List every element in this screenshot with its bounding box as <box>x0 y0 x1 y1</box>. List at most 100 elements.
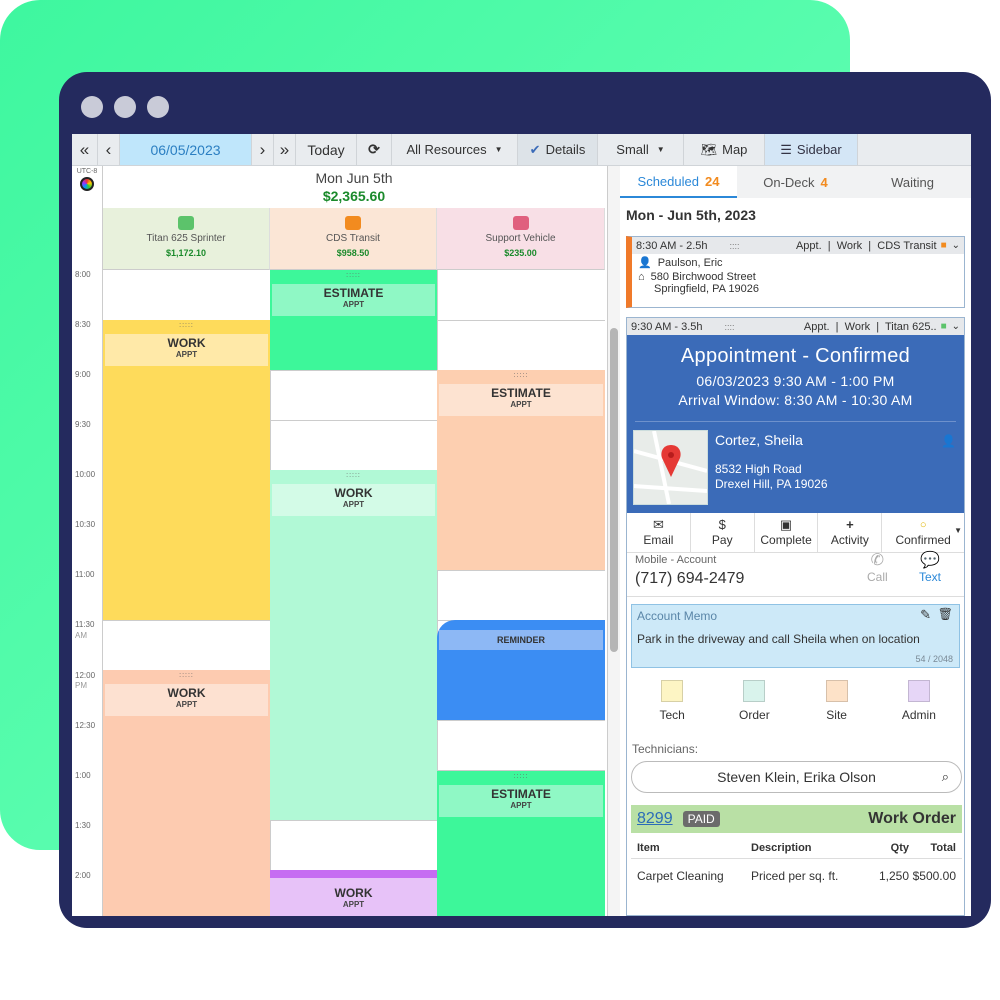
resource-header[interactable]: Titan 625 Sprinter $1,172.10 <box>103 208 270 270</box>
status-banner: Appointment - Confirmed 06/03/2023 9:30 … <box>627 335 964 513</box>
time-label: 11:00 <box>75 570 95 579</box>
truck-icon <box>178 216 194 230</box>
drag-handle[interactable]: ::::: <box>437 773 605 780</box>
order-note-button[interactable]: Order <box>713 678 795 728</box>
scrollbar-thumb[interactable] <box>610 328 618 652</box>
appointment-card[interactable]: 8:30 AM - 2.5h :::: Appt. | Work | CDS T… <box>626 236 965 308</box>
appointment-type: APPT <box>510 801 532 810</box>
prev-day-button[interactable]: ‹ <box>98 134 120 165</box>
day-total: $2,365.60 <box>322 188 386 204</box>
trash-icon[interactable]: 🗑 <box>938 607 953 621</box>
site-note-button[interactable]: Site <box>796 678 878 728</box>
tab-waiting[interactable]: Waiting <box>854 166 971 198</box>
search-icon[interactable]: ⌕ <box>942 762 949 792</box>
chevron-down-icon[interactable]: ⌄ <box>952 240 960 251</box>
appointment-type: APPT <box>342 300 365 309</box>
drag-handle[interactable]: ::::: <box>437 372 605 379</box>
activity-button[interactable]: + Activity <box>818 513 883 552</box>
technicians-value: Steven Klein, Erika Olson <box>717 769 876 785</box>
time-column: UTC-8 8:00 8:30 9:00 9:30 10:00 10:30 11… <box>72 166 103 916</box>
drag-handle[interactable]: ::::: <box>103 322 270 329</box>
tab-on-deck[interactable]: On-Deck 4 <box>737 166 854 198</box>
today-button[interactable]: Today <box>296 134 357 165</box>
time-label: 9:00 <box>75 370 91 379</box>
appointment-block[interactable]: ::::: WORK APPT <box>103 670 270 916</box>
size-dropdown[interactable]: Small ▼ <box>598 134 684 165</box>
last-page-button[interactable]: » <box>274 134 296 165</box>
appointment-block[interactable]: ::::: WORK APPT <box>103 320 270 620</box>
text-label: Text <box>919 570 942 584</box>
text-button[interactable]: 💬 Text <box>919 550 941 584</box>
drag-handle[interactable]: :::: <box>725 322 735 332</box>
work-order-number[interactable]: 8299 <box>637 810 673 828</box>
home-icon: ⌂ <box>638 271 645 283</box>
status-dropdown[interactable]: ○ Confirmed ▼ <box>882 513 964 552</box>
admin-note-button[interactable]: Admin <box>878 678 960 728</box>
column-header: Description <box>751 842 812 854</box>
technicians-field[interactable]: Steven Klein, Erika Olson ⌕ <box>631 761 962 793</box>
address-row: ⌂ 580 Birchwood Street <box>632 271 964 283</box>
map-button[interactable]: 🗺 Map <box>684 134 765 165</box>
dollar-icon: $ <box>718 517 726 532</box>
sidebar-button[interactable]: ☰ Sidebar <box>765 134 858 165</box>
color-wheel-icon[interactable] <box>80 177 94 191</box>
drag-handle[interactable]: ::::: <box>103 672 270 679</box>
window-dot <box>81 96 103 118</box>
paid-badge: PAID <box>682 811 720 827</box>
calendar-scrollbar[interactable] <box>607 166 620 916</box>
first-page-button[interactable]: « <box>72 134 98 165</box>
account-memo[interactable]: Account Memo ✎ 🗑 Park in the driveway an… <box>631 604 960 668</box>
time-label: 1:00 <box>75 771 91 780</box>
drag-handle[interactable]: ::::: <box>270 272 437 279</box>
pay-button[interactable]: $ Pay <box>691 513 755 552</box>
tab-label: Waiting <box>891 174 934 190</box>
appointment-detail-card: 9:30 AM - 3.5h :::: Appt. | Work | Titan… <box>626 317 965 916</box>
reminder-block[interactable]: REMINDER <box>437 620 605 720</box>
appointment-label: WORK APPT <box>105 334 268 366</box>
appointment-type: APPT <box>175 350 198 359</box>
complete-button[interactable]: ▣ Complete <box>755 513 819 552</box>
date-picker[interactable]: 06/05/2023 <box>120 134 252 165</box>
tab-scheduled[interactable]: Scheduled 24 <box>620 166 737 198</box>
appointment-block[interactable]: ::::: ESTIMATE APPT <box>437 370 605 570</box>
appointment-block[interactable]: ::::: WORK APPT <box>270 470 437 820</box>
resource-header[interactable]: Support Vehicle $235.00 <box>437 208 605 270</box>
appointment-block[interactable]: ::::: ESTIMATE APPT <box>270 270 437 370</box>
resource-amount: $235.00 <box>504 248 537 258</box>
details-toggle[interactable]: ✔ Details <box>518 134 598 165</box>
call-button[interactable]: ✆ Call <box>867 550 888 584</box>
day-label: Mon Jun 5th <box>315 170 393 186</box>
card-header: 8:30 AM - 2.5h :::: Appt. | Work | CDS T… <box>632 237 964 254</box>
tab-count: 24 <box>704 173 720 189</box>
drag-handle[interactable]: ::::: <box>270 472 437 479</box>
app-window: « ‹ 06/05/2023 › » Today ⟳ All Resources… <box>59 72 991 928</box>
tech-note-button[interactable]: Tech <box>631 678 713 728</box>
email-button[interactable]: ✉ Email <box>627 513 691 552</box>
drag-handle[interactable]: :::: <box>730 241 740 251</box>
time-label: 1:30 <box>75 821 91 830</box>
appointment-block[interactable]: WORK APPT <box>270 870 437 916</box>
table-row[interactable]: Carpet Cleaning Priced per sq. ft. 1,250… <box>631 859 962 893</box>
customer-name[interactable]: Cortez, Sheila <box>715 432 803 448</box>
sidebar-label: Sidebar <box>796 142 842 157</box>
details-label: Details <box>545 142 586 157</box>
appointment-block[interactable]: ::::: ESTIMATE APPT <box>437 771 605 916</box>
edit-icon[interactable]: ✎ <box>920 607 931 623</box>
chevron-down-icon[interactable]: ⌄ <box>952 321 960 332</box>
person-icon[interactable]: 👤 <box>941 434 956 448</box>
time-label: 8:00 <box>75 270 91 279</box>
divider <box>627 596 964 597</box>
phone-icon: ✆ <box>870 552 885 569</box>
resources-dropdown[interactable]: All Resources ▼ <box>392 134 518 165</box>
map-thumbnail <box>633 430 708 505</box>
next-day-button[interactable]: › <box>252 134 274 165</box>
column-header: Total <box>930 842 956 854</box>
resource-header[interactable]: CDS Transit $958.50 <box>270 208 437 270</box>
location-map[interactable] <box>633 430 708 505</box>
calendar: UTC-8 8:00 8:30 9:00 9:30 10:00 10:30 11… <box>72 166 605 916</box>
list-icon: ☰ <box>780 141 792 157</box>
appointment-title: WORK <box>334 886 373 900</box>
phone-number[interactable]: (717) 694-2479 <box>635 570 744 588</box>
description-cell: Priced per sq. ft. <box>751 869 839 883</box>
refresh-icon[interactable]: ⟳ <box>357 134 392 165</box>
